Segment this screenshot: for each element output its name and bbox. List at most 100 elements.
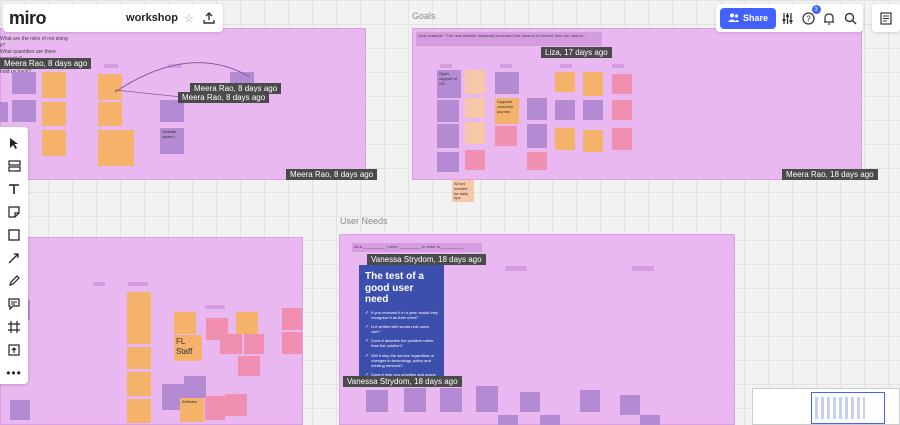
sticky-note[interactable] — [580, 390, 600, 412]
sticky-note[interactable] — [12, 72, 36, 94]
sticky-note[interactable]: All set needed for daily ops — [452, 180, 474, 202]
sticky-note[interactable] — [612, 128, 632, 150]
sticky-note[interactable] — [174, 312, 196, 334]
sticky-note[interactable] — [495, 72, 519, 94]
notes-icon — [876, 8, 896, 28]
sticky-note[interactable] — [0, 102, 8, 122]
sticky-note[interactable] — [127, 322, 151, 344]
card-title: The test of a good user need — [365, 271, 424, 305]
sticky-note[interactable] — [520, 392, 540, 412]
sliders-icon[interactable] — [779, 8, 797, 28]
more-tools[interactable]: ••• — [3, 363, 25, 383]
select-tool[interactable] — [3, 133, 25, 153]
sticky-note[interactable] — [205, 396, 225, 420]
sticky-note[interactable] — [437, 124, 459, 148]
connection-line-tool[interactable] — [3, 248, 25, 268]
tools-toolbar: ••• — [0, 127, 28, 384]
sticky-note[interactable] — [527, 124, 547, 148]
sticky-note[interactable] — [583, 130, 603, 152]
sticky-note[interactable] — [476, 386, 498, 412]
sticky-note[interactable] — [238, 356, 260, 376]
sticky-note[interactable]: Website system — [160, 128, 184, 154]
sticky-note[interactable] — [612, 100, 632, 120]
sticky-note[interactable] — [160, 100, 184, 122]
sticky-note[interactable] — [127, 292, 151, 322]
minimap[interactable] — [752, 388, 900, 425]
sticky-note[interactable] — [465, 70, 485, 94]
sticky-note[interactable] — [437, 152, 459, 172]
column-label — [440, 64, 452, 68]
sticky-note[interactable]: FL Staff — [174, 335, 202, 361]
sticky-note[interactable] — [127, 372, 151, 396]
text-tool[interactable] — [3, 179, 25, 199]
sticky-note[interactable] — [184, 376, 206, 398]
sticky-note[interactable] — [282, 332, 302, 354]
sticky-note[interactable]: Open support of OD — [437, 70, 461, 98]
card-item: If you received it in a year, would they… — [365, 310, 438, 320]
sticky-note[interactable] — [42, 72, 66, 98]
author-tag: Meera Rao, 18 days ago — [782, 169, 878, 180]
frame-tool[interactable] — [3, 317, 25, 337]
notes-panel-button[interactable] — [872, 4, 900, 32]
user-need-card[interactable]: The test of a good user need If you rece… — [359, 265, 444, 383]
column-label — [128, 282, 148, 286]
templates-tool[interactable] — [3, 156, 25, 176]
sticky-note[interactable] — [127, 399, 151, 423]
board-name[interactable]: workshop — [126, 12, 178, 24]
upload-icon[interactable] — [202, 8, 217, 28]
miro-logo[interactable]: miro — [9, 8, 47, 29]
question-icon[interactable]: ? 3 — [800, 5, 821, 28]
text-icon — [9, 184, 19, 194]
sticky-note[interactable] — [10, 400, 30, 420]
search-icon[interactable] — [841, 8, 859, 28]
column-label — [500, 64, 512, 68]
sticky-note[interactable] — [404, 388, 426, 412]
sticky-note[interactable] — [244, 334, 264, 354]
sticky-note[interactable] — [640, 415, 660, 425]
sticky-note[interactable] — [282, 308, 302, 330]
column-label — [205, 305, 225, 309]
sticky-note[interactable] — [220, 334, 242, 354]
goal-example: Goal example: "The new website drastical… — [416, 32, 602, 46]
sticky-note[interactable] — [583, 72, 603, 96]
star-icon[interactable]: ☆ — [184, 12, 194, 25]
cursor-icon — [10, 137, 18, 149]
sticky-note[interactable] — [498, 415, 518, 425]
sticky-note[interactable] — [98, 102, 122, 126]
sticky-note[interactable] — [127, 347, 151, 369]
sticky-note[interactable] — [555, 100, 575, 120]
bell-icon[interactable] — [821, 8, 839, 28]
board-header: miro workshop ☆ — [3, 4, 223, 32]
sticky-note[interactable] — [583, 100, 603, 120]
sticky-note[interactable] — [612, 74, 632, 94]
sticky-note[interactable] — [42, 102, 66, 126]
sticky-note[interactable] — [495, 126, 517, 146]
sticky-note[interactable] — [527, 98, 547, 120]
sticky-note[interactable] — [555, 72, 575, 92]
sticky-note[interactable] — [437, 100, 459, 122]
sticky-note[interactable] — [98, 130, 134, 166]
sticky-note[interactable] — [465, 150, 485, 170]
shape-tool[interactable] — [3, 225, 25, 245]
sticky-note[interactable] — [440, 388, 462, 412]
share-button[interactable]: Share — [720, 7, 777, 29]
sticky-note[interactable]: Upgrade customer journey — [495, 98, 519, 124]
sticky-note[interactable] — [225, 394, 247, 416]
sticky-note[interactable] — [236, 312, 258, 334]
frame-icon — [8, 321, 20, 333]
sticky-note[interactable] — [540, 415, 560, 425]
pen-tool[interactable] — [3, 271, 25, 291]
sticky-note[interactable]: Affiliates — [180, 398, 204, 422]
sticky-note[interactable] — [465, 122, 485, 144]
sticky-note[interactable] — [620, 395, 640, 415]
upload-tool[interactable] — [3, 340, 25, 360]
sticky-note[interactable] — [42, 130, 66, 156]
sticky-note[interactable] — [527, 152, 547, 170]
sticky-note[interactable] — [366, 390, 388, 412]
sticky-note[interactable] — [555, 128, 575, 150]
comment-tool[interactable] — [3, 294, 25, 314]
sticky-note[interactable] — [465, 98, 485, 118]
minimap-content — [815, 397, 865, 419]
sticky-note[interactable] — [12, 100, 36, 122]
sticky-note-tool[interactable] — [3, 202, 25, 222]
